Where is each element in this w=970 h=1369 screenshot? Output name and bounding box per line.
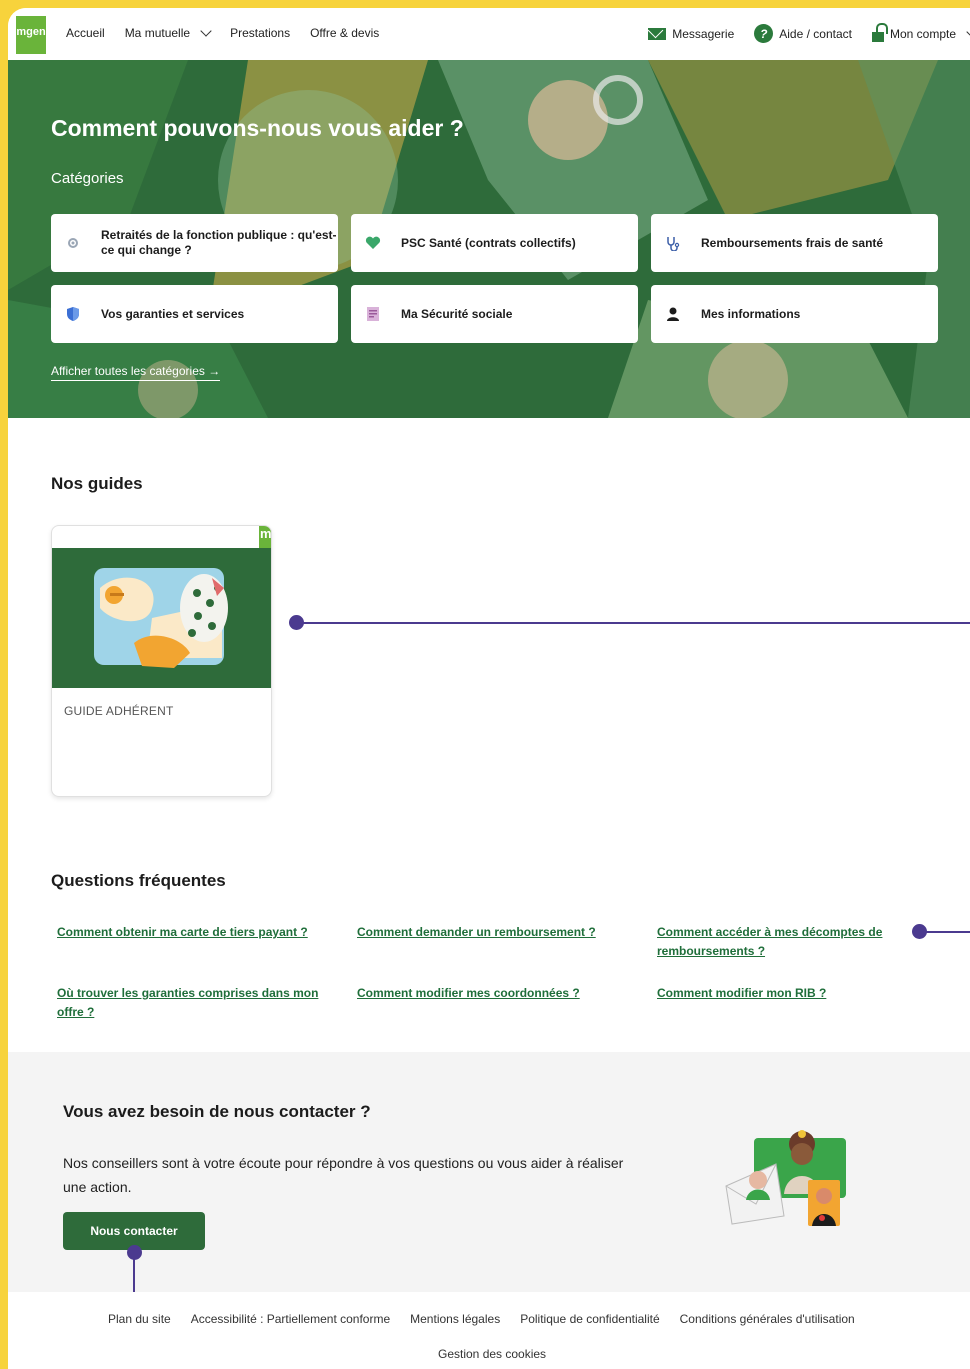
contact-heading: Vous avez besoin de nous contacter ?	[63, 1102, 371, 1121]
category-card-remboursements[interactable]: Remboursements frais de santé	[651, 214, 938, 272]
footer-gestion-cookies[interactable]: Gestion des cookies	[438, 1347, 546, 1361]
contact-section: Vous avez besoin de nous contacter ? Nos…	[8, 1052, 970, 1292]
footer-politique-confidentialite[interactable]: Politique de confidentialité	[520, 1312, 659, 1326]
faq-link-carte-tiers-payant[interactable]: Comment obtenir ma carte de tiers payant…	[57, 923, 357, 960]
lock-icon	[871, 22, 888, 42]
mon-compte-link[interactable]: Mon compte	[871, 22, 970, 42]
faq-link-modifier-rib[interactable]: Comment modifier mon RIB ?	[657, 984, 927, 1021]
stethoscope-icon	[665, 235, 681, 251]
categories-heading: Catégories	[51, 170, 124, 187]
page-title: Comment pouvons-nous vous aider ?	[51, 115, 464, 141]
chevron-down-icon	[200, 25, 212, 37]
footer-mentions-legales[interactable]: Mentions légales	[410, 1312, 500, 1326]
nav-accueil[interactable]: Accueil	[66, 26, 105, 40]
aide-contact-link[interactable]: ? Aide / contact	[754, 24, 852, 43]
category-card-garanties[interactable]: Vos garanties et services	[51, 285, 338, 343]
faq-link-garanties-offre[interactable]: Où trouver les garanties comprises dans …	[57, 984, 357, 1021]
category-card-psc-sante[interactable]: PSC Santé (contrats collectifs)	[351, 214, 638, 272]
faq-link-modifier-coordonnees[interactable]: Comment modifier mes coordonnées ?	[357, 984, 657, 1021]
mgen-logo[interactable]: mgen	[16, 16, 46, 54]
annotation-line	[920, 931, 970, 933]
faq-link-decomptes[interactable]: Comment accéder à mes décomptes de rembo…	[657, 923, 927, 960]
guide-label: GUIDE ADHÉRENT	[64, 704, 174, 718]
chevron-down-icon	[966, 25, 970, 38]
site-footer: Plan du site Accessibilité : Partielleme…	[8, 1292, 970, 1369]
faq-link-demander-remboursement[interactable]: Comment demander un remboursement ?	[357, 923, 657, 960]
annotation-line	[298, 622, 970, 624]
messagerie-link[interactable]: Messagerie	[648, 27, 734, 41]
footer-accessibilite[interactable]: Accessibilité : Partiellement conforme	[191, 1312, 390, 1326]
help-hero: Comment pouvons-nous vous aider ? Catégo…	[8, 60, 970, 418]
heart-icon	[365, 235, 381, 251]
annotation-marker	[127, 1245, 142, 1260]
category-card-securite-sociale[interactable]: Ma Sécurité sociale	[351, 285, 638, 343]
guide-card-adherent[interactable]: m GUIDE ADHÉRENT	[51, 525, 272, 797]
faq-list: Comment obtenir ma carte de tiers payant…	[57, 923, 927, 1021]
all-categories-link[interactable]: Afficher toutes les catégories →	[51, 364, 221, 381]
category-grid: Retraités de la fonction publique : qu'e…	[51, 214, 939, 343]
gear-icon	[65, 235, 81, 251]
footer-links: Plan du site Accessibilité : Partielleme…	[108, 1312, 855, 1326]
category-card-retraites[interactable]: Retraités de la fonction publique : qu'e…	[51, 214, 338, 272]
browser-frame: mgen Accueil Ma mutuelle Prestations Off…	[8, 8, 970, 1369]
document-icon	[365, 306, 381, 322]
shield-icon	[65, 306, 81, 322]
guides-heading: Nos guides	[51, 474, 143, 493]
user-icon	[665, 306, 681, 322]
main-menu: Accueil Ma mutuelle Prestations Offre & …	[66, 25, 379, 40]
category-card-mes-informations[interactable]: Mes informations	[651, 285, 938, 343]
guide-illustration	[52, 548, 271, 688]
contact-text: Nos conseillers sont à votre écoute pour…	[63, 1155, 624, 1195]
account-menu: Messagerie ? Aide / contact Mon compte	[648, 22, 970, 43]
top-nav: mgen Accueil Ma mutuelle Prestations Off…	[8, 8, 970, 60]
envelope-icon	[648, 27, 667, 40]
question-icon: ?	[754, 24, 774, 43]
footer-plan-du-site[interactable]: Plan du site	[108, 1312, 171, 1326]
nav-ma-mutuelle[interactable]: Ma mutuelle	[125, 25, 212, 40]
footer-cgu[interactable]: Conditions générales d'utilisation	[680, 1312, 855, 1326]
contact-illustration	[725, 1130, 846, 1226]
nav-offre-devis[interactable]: Offre & devis	[310, 26, 379, 40]
nav-prestations[interactable]: Prestations	[230, 26, 290, 40]
faq-heading: Questions fréquentes	[51, 871, 226, 890]
